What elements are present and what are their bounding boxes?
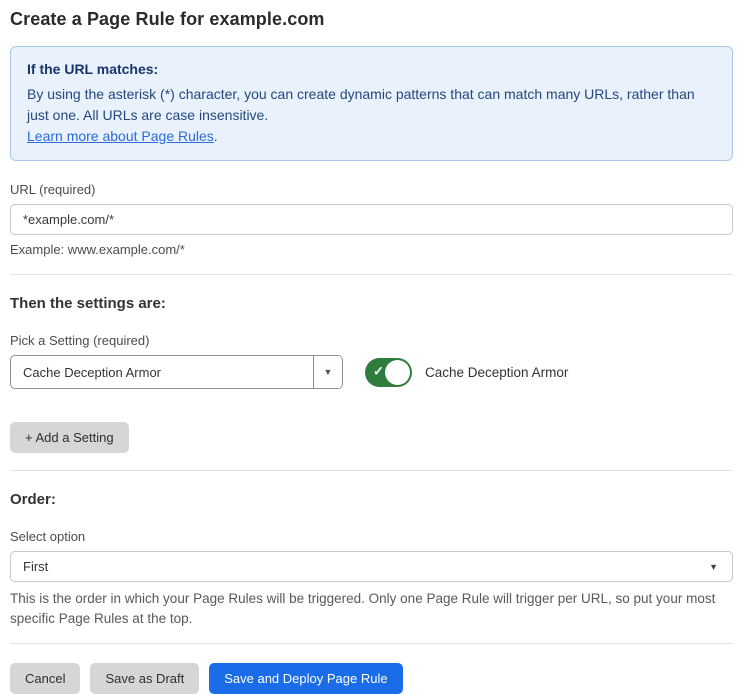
- order-helper-text: This is the order in which your Page Rul…: [10, 589, 720, 629]
- page-title: Create a Page Rule for example.com: [10, 9, 733, 30]
- info-banner-heading: If the URL matches:: [27, 59, 716, 80]
- info-banner-body: By using the asterisk (*) character, you…: [27, 84, 716, 126]
- order-select-wrap: First ▼: [10, 551, 733, 582]
- chevron-down-icon: ▼: [709, 562, 718, 572]
- url-example-helper: Example: www.example.com/*: [10, 242, 733, 257]
- setting-picker-dropdown[interactable]: Cache Deception Armor ▼: [10, 355, 343, 389]
- cache-deception-armor-toggle[interactable]: ✓: [365, 358, 412, 387]
- order-section-heading: Order:: [10, 491, 733, 508]
- url-input[interactable]: [10, 204, 733, 235]
- info-banner-link-line: Learn more about Page Rules.: [27, 126, 716, 147]
- setting-picker-value: Cache Deception Armor: [11, 356, 313, 388]
- order-select[interactable]: First ▼: [10, 551, 733, 582]
- order-select-label: Select option: [10, 529, 733, 544]
- learn-more-link[interactable]: Learn more about Page Rules: [27, 128, 214, 144]
- divider: [10, 470, 733, 471]
- setting-picker-label: Pick a Setting (required): [10, 333, 733, 348]
- link-period: .: [214, 128, 218, 144]
- url-match-info-banner: If the URL matches: By using the asteris…: [10, 46, 733, 161]
- divider: [10, 274, 733, 275]
- url-field-label: URL (required): [10, 182, 733, 197]
- toggle-knob: [385, 360, 410, 385]
- chevron-down-icon[interactable]: ▼: [313, 356, 342, 388]
- divider: [10, 643, 733, 644]
- check-icon: ✓: [373, 364, 384, 380]
- toggle-setting-label: Cache Deception Armor: [425, 365, 568, 380]
- order-select-value: First: [23, 559, 48, 574]
- add-setting-button[interactable]: + Add a Setting: [10, 422, 129, 453]
- setting-row: Cache Deception Armor ▼ ✓ Cache Deceptio…: [10, 355, 733, 389]
- settings-section-heading: Then the settings are:: [10, 295, 733, 312]
